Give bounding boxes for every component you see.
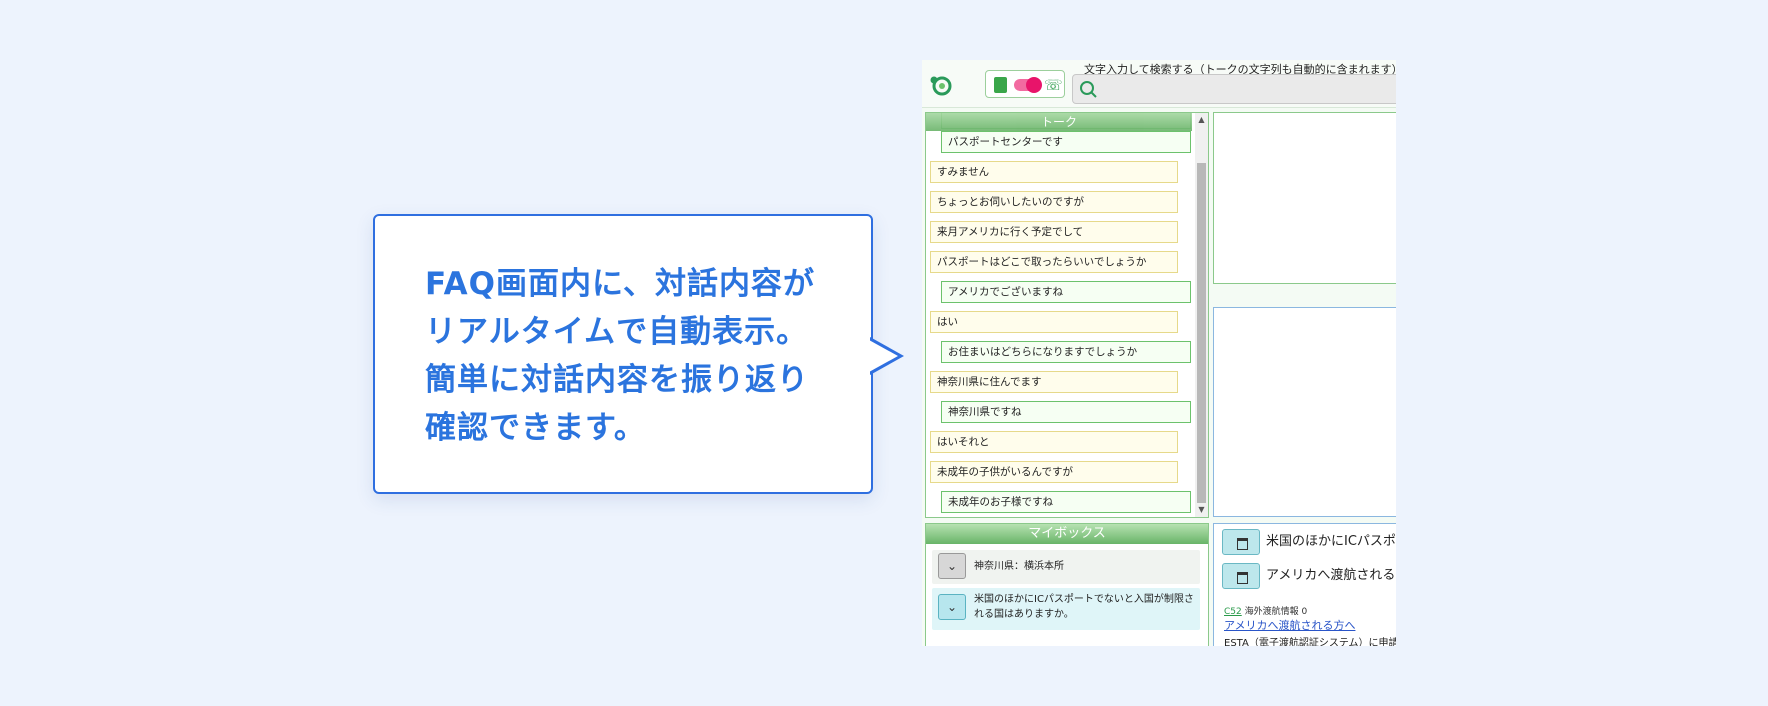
faq-link[interactable]: アメリカへ渡航される方へ [1224,617,1355,633]
talk-message: はい [930,311,1178,333]
faq-panel-top [1213,112,1396,284]
talk-header: トーク [926,113,1192,131]
mybox-item-label: 米国のほかにICパスポートでないと入国が制限される国はありますか。 [974,594,1194,620]
talk-message: 未成年のお子様ですね [941,491,1191,513]
faq-count: 0 [1301,607,1308,617]
talk-message: パスポートセンターです [941,131,1191,153]
talk-message: 来月アメリカに行く予定でして [930,221,1178,243]
faq-result-item[interactable]: アメリカへ渡航される [1222,562,1395,590]
search-icon [1080,81,1097,98]
talk-message: パスポートはどこで取ったらいいでしょうか [930,251,1178,273]
faq-panel-middle [1213,307,1396,517]
recording-toggle[interactable] [1014,77,1042,93]
mybox-item[interactable]: ⌄ 米国のほかにICパスポートでないと入国が制限される国はありますか。 [932,588,1200,630]
talk-message: すみません [930,161,1178,183]
search-input[interactable] [1072,74,1396,104]
faq-category: 海外渡航情報 [1244,607,1299,617]
callout-line: FAQ画面内に、対話内容が [425,266,816,302]
document-icon[interactable] [994,77,1007,93]
scroll-down-icon[interactable]: ▼ [1197,505,1206,515]
faq-results: 米国のほかにICパスポ アメリカへ渡航される C52 海外渡航情報 0 アメリカ… [1213,523,1396,646]
mybox-header: マイボックス [926,524,1208,544]
expand-box-icon[interactable] [1222,528,1260,555]
app-screenshot: ☏ 文字入力して検索する（トークの文字列も自動的に含まれます） トーク パスポー… [922,60,1396,646]
mybox-item[interactable]: ⌄ 神奈川県：横浜本所 [932,550,1200,584]
callout-line: 簡単に対話内容を振り返り [425,362,809,398]
toolbar: ☏ 文字入力して検索する（トークの文字列も自動的に含まれます） [922,60,1396,108]
call-controls: ☏ [985,70,1065,98]
expand-box-icon[interactable] [1222,562,1260,589]
callout-tail-inner [869,340,898,372]
callout-line: 確認できます。 [425,410,646,446]
faq-item-title: アメリカへ渡航される [1266,568,1396,583]
faq-id[interactable]: C52 [1224,607,1242,617]
faq-description: ESTA（電子渡航認証システム）に申請 [1224,638,1396,646]
talk-message: アメリカでございますね [941,281,1191,303]
talk-panel: トーク パスポートセンターです すみません ちょっとお伺いしたいのですが 来月ア… [925,112,1209,518]
talk-message: お住まいはどちらになりますでしょうか [941,341,1191,363]
chevron-down-icon[interactable]: ⌄ [938,594,966,620]
app-logo-icon [930,76,952,96]
faq-result-item[interactable]: 米国のほかにICパスポ [1222,528,1396,556]
scroll-thumb[interactable] [1197,163,1206,503]
mybox-item-label: 神奈川県：横浜本所 [974,561,1064,572]
talk-message: 未成年の子供がいるんですが [930,461,1178,483]
talk-scrollbar[interactable]: ▲ ▼ [1195,113,1208,517]
callout-line: リアルタイムで自動表示。 [425,314,809,350]
scroll-up-icon[interactable]: ▲ [1197,115,1206,125]
callout-bubble: FAQ画面内に、対話内容が リアルタイムで自動表示。 簡単に対話内容を振り返り … [373,214,873,494]
faq-meta: C52 海外渡航情報 0 [1224,604,1307,617]
callout-text: FAQ画面内に、対話内容が リアルタイムで自動表示。 簡単に対話内容を振り返り … [425,260,845,452]
mybox-panel: マイボックス ⌄ 神奈川県：横浜本所 ⌄ 米国のほかにICパスポートでないと入国… [925,523,1209,646]
phone-icon[interactable]: ☏ [1044,76,1063,94]
talk-message: ちょっとお伺いしたいのですが [930,191,1178,213]
talk-message: 神奈川県に住んでます [930,371,1178,393]
faq-item-title: 米国のほかにICパスポ [1266,534,1396,549]
talk-message: 神奈川県ですね [941,401,1191,423]
chevron-down-icon[interactable]: ⌄ [938,553,966,579]
talk-message: はいそれと [930,431,1178,453]
